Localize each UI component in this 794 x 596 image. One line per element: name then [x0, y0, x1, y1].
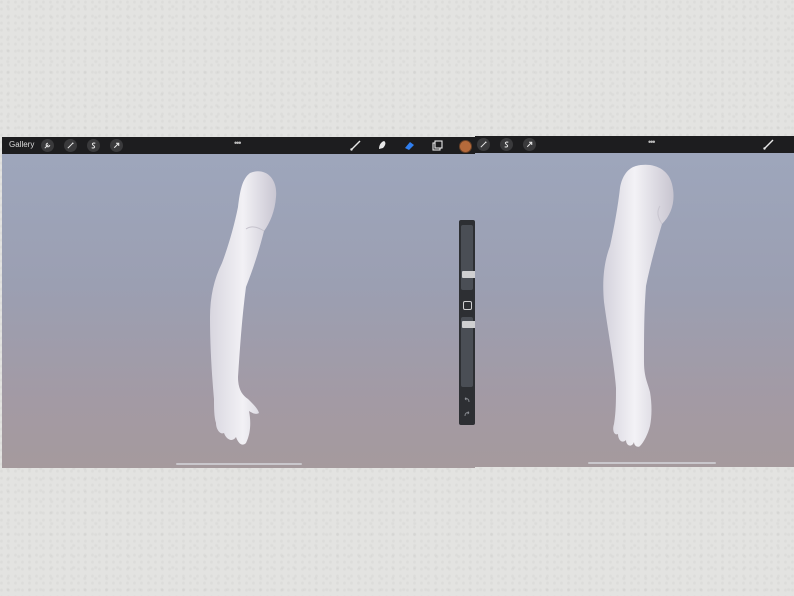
opacity-slider[interactable] [461, 317, 476, 387]
more-options-dots[interactable]: ••• [648, 137, 656, 147]
layers-icon[interactable] [431, 139, 444, 152]
eraser-icon[interactable] [403, 139, 416, 152]
more-options-dots[interactable]: ••• [234, 138, 242, 148]
top-toolbar: ••• [475, 136, 794, 153]
brush-icon[interactable] [762, 138, 775, 151]
smudge-icon[interactable] [376, 139, 389, 152]
procreate-canvas-right[interactable]: ••• [475, 136, 794, 467]
selection-s-icon[interactable] [87, 139, 100, 152]
transform-arrow-icon[interactable] [523, 138, 536, 151]
home-indicator [588, 462, 716, 464]
modify-button[interactable] [463, 301, 472, 310]
opacity-thumb[interactable] [462, 321, 476, 328]
selection-s-icon[interactable] [500, 138, 513, 151]
transform-arrow-icon[interactable] [110, 139, 123, 152]
brush-size-thumb[interactable] [462, 271, 476, 278]
brush-size-slider[interactable] [461, 225, 476, 290]
brush-icon[interactable] [349, 139, 362, 152]
3d-arm-model[interactable] [202, 167, 292, 457]
magic-wand-icon[interactable] [64, 139, 77, 152]
gallery-button[interactable]: Gallery [9, 140, 34, 149]
procreate-canvas-left[interactable]: Gallery ••• [2, 137, 475, 468]
color-picker-button[interactable] [459, 140, 472, 153]
home-indicator [176, 463, 302, 465]
3d-arm-model[interactable] [600, 162, 680, 457]
wrench-icon[interactable] [41, 139, 54, 152]
redo-icon[interactable] [463, 410, 471, 418]
top-toolbar: Gallery ••• [2, 137, 475, 154]
brush-sidebar [459, 220, 476, 425]
undo-icon[interactable] [463, 396, 471, 404]
magic-wand-icon[interactable] [477, 138, 490, 151]
